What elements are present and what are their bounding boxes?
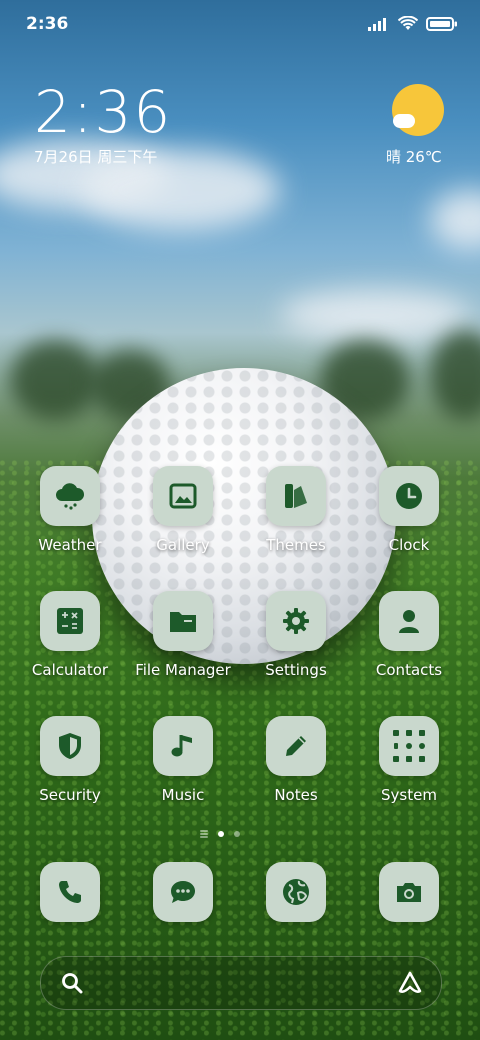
app-security[interactable]: Security — [14, 716, 126, 804]
calculator-icon — [57, 608, 83, 634]
sun-icon[interactable] — [392, 84, 444, 136]
battery-icon — [426, 17, 457, 31]
browser-tile[interactable] — [266, 862, 326, 922]
dock-camera[interactable] — [353, 862, 465, 922]
app-label: Gallery — [156, 536, 210, 554]
app-folder-icon — [393, 730, 425, 762]
app-label: Security — [39, 786, 101, 804]
search-bar[interactable] — [40, 956, 442, 1010]
gallery-tile[interactable] — [153, 466, 213, 526]
assistant-icon[interactable] — [397, 970, 423, 996]
camera-icon — [397, 883, 421, 902]
app-system-folder[interactable]: System — [353, 716, 465, 804]
app-music[interactable]: Music — [127, 716, 239, 804]
app-label: Weather — [38, 536, 102, 554]
search-icon[interactable] — [61, 972, 83, 994]
app-label: Themes — [266, 536, 326, 554]
dock-messages[interactable] — [127, 862, 239, 922]
weather-tile[interactable] — [40, 466, 100, 526]
person-icon — [399, 610, 419, 633]
tree-shape — [10, 340, 100, 420]
page-dot[interactable] — [234, 831, 240, 837]
app-contacts[interactable]: Contacts — [353, 591, 465, 679]
app-themes[interactable]: Themes — [240, 466, 352, 554]
system-folder-tile[interactable] — [379, 716, 439, 776]
app-label: System — [381, 786, 437, 804]
app-file-manager[interactable]: File Manager — [127, 591, 239, 679]
status-icons — [368, 16, 458, 32]
notes-tile[interactable] — [266, 716, 326, 776]
app-label: Contacts — [375, 661, 443, 679]
app-weather[interactable]: Weather — [14, 466, 126, 554]
small-cloud-icon — [393, 114, 415, 128]
shield-icon — [59, 733, 81, 759]
settings-tile[interactable] — [266, 591, 326, 651]
app-label: Clock — [388, 536, 430, 554]
cloud-icon — [56, 483, 85, 510]
pencil-icon — [286, 736, 306, 756]
palette-icon — [285, 484, 307, 508]
status-time: 2:36 — [26, 14, 69, 34]
weather-summary: 晴 26℃ — [386, 148, 442, 166]
status-bar: 2:36 — [0, 0, 480, 50]
app-gallery[interactable]: Gallery — [127, 466, 239, 554]
music-tile[interactable] — [153, 716, 213, 776]
app-label: Calculator — [31, 661, 109, 679]
clock-icon — [396, 483, 422, 509]
music-note-icon — [171, 735, 192, 757]
dock-browser[interactable] — [240, 862, 352, 922]
phone-tile[interactable] — [40, 862, 100, 922]
image-icon — [169, 483, 197, 509]
app-notes[interactable]: Notes — [240, 716, 352, 804]
app-label: Music — [161, 786, 205, 804]
wifi-icon — [398, 16, 418, 30]
signal-icon — [368, 18, 386, 31]
globe-icon — [283, 879, 309, 905]
cloud-shape — [430, 190, 480, 250]
folder-icon — [170, 612, 196, 632]
page-dot-active[interactable] — [218, 831, 224, 837]
cloud-shape — [280, 290, 470, 340]
app-clock[interactable]: Clock — [353, 466, 465, 554]
calculator-tile[interactable] — [40, 591, 100, 651]
security-tile[interactable] — [40, 716, 100, 776]
app-label: Settings — [265, 661, 327, 679]
camera-tile[interactable] — [379, 862, 439, 922]
dock-phone[interactable] — [14, 862, 126, 922]
themes-tile[interactable] — [266, 466, 326, 526]
clock-widget-time[interactable]: 2:36 — [34, 78, 172, 146]
gear-icon — [283, 608, 309, 634]
tree-shape — [430, 330, 480, 420]
page-indicator[interactable] — [200, 831, 240, 837]
app-settings[interactable]: Settings — [240, 591, 352, 679]
contacts-tile[interactable] — [379, 591, 439, 651]
messages-tile[interactable] — [153, 862, 213, 922]
app-calculator[interactable]: Calculator — [14, 591, 126, 679]
app-label: File Manager — [135, 661, 231, 679]
chat-icon — [171, 881, 195, 903]
clock-widget-date: 7月26日 周三下午 — [34, 148, 158, 166]
app-label: Notes — [274, 786, 318, 804]
clock-tile[interactable] — [379, 466, 439, 526]
phone-icon — [59, 881, 81, 903]
file-manager-tile[interactable] — [153, 591, 213, 651]
menu-indicator[interactable] — [200, 833, 208, 835]
